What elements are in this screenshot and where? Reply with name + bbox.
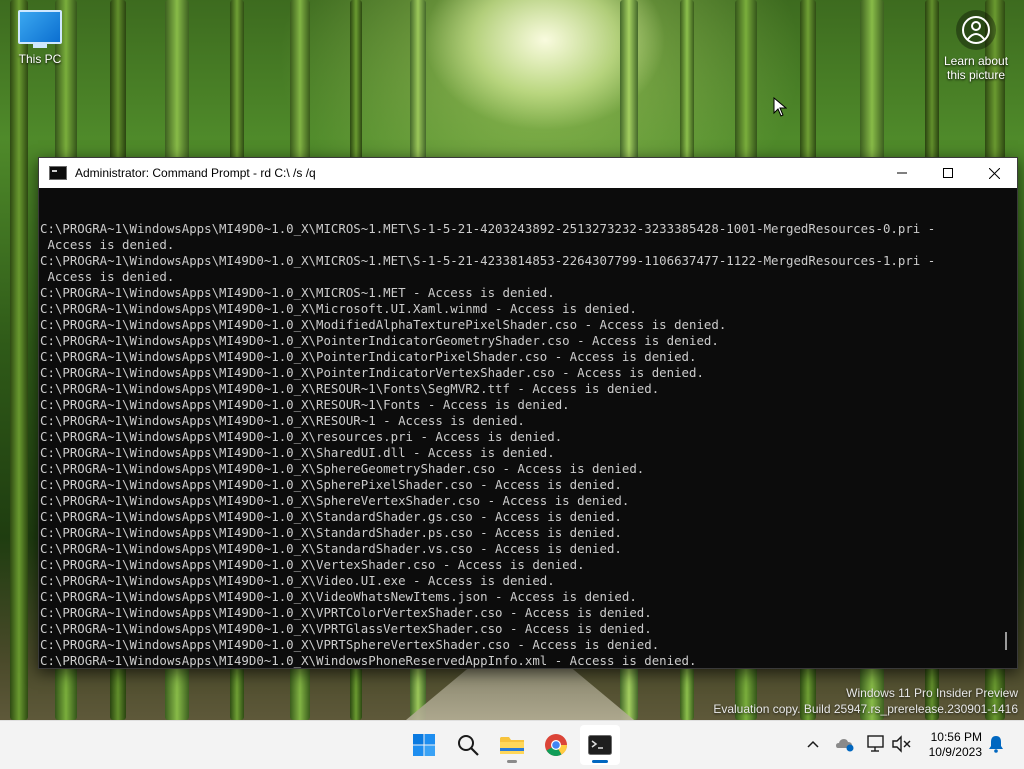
- learn-about-picture-desktop-icon[interactable]: Learn about this picture: [940, 10, 1012, 82]
- console-line: C:\PROGRA~1\WindowsApps\MI49D0~1.0_X\Sha…: [40, 445, 555, 460]
- console-line: C:\PROGRA~1\WindowsApps\MI49D0~1.0_X\VPR…: [40, 621, 652, 636]
- scrollbar-thumb[interactable]: [1005, 632, 1007, 650]
- chrome-icon: [545, 734, 567, 756]
- cmd-app-icon: [49, 166, 67, 180]
- console-line: C:\PROGRA~1\WindowsApps\MI49D0~1.0_X\Sta…: [40, 541, 622, 556]
- clock-date: 10/9/2023: [928, 745, 982, 759]
- this-pc-desktop-icon[interactable]: This PC: [10, 10, 70, 66]
- vertical-scrollbar[interactable]: [1001, 188, 1011, 668]
- console-line: C:\PROGRA~1\WindowsApps\MI49D0~1.0_X\Win…: [40, 653, 697, 668]
- console-line: C:\PROGRA~1\WindowsApps\MI49D0~1.0_X\Sta…: [40, 509, 622, 524]
- console-line: C:\PROGRA~1\WindowsApps\MI49D0~1.0_X\MIC…: [40, 221, 936, 236]
- console-line: C:\PROGRA~1\WindowsApps\MI49D0~1.0_X\Sph…: [40, 461, 645, 476]
- minimize-icon: [897, 172, 907, 174]
- volume-muted-icon: [892, 735, 911, 753]
- clock-time: 10:56 PM: [930, 730, 982, 744]
- maximize-icon: [943, 168, 953, 178]
- evaluation-watermark: Windows 11 Pro Insider Preview Evaluatio…: [713, 685, 1018, 717]
- windows-logo-icon: [413, 734, 435, 756]
- close-button[interactable]: [971, 158, 1017, 188]
- show-hidden-icons-button[interactable]: [802, 733, 824, 755]
- notifications-button[interactable]: [985, 733, 1007, 755]
- console-line: C:\PROGRA~1\WindowsApps\MI49D0~1.0_X\MIC…: [40, 253, 936, 268]
- chrome-button[interactable]: [536, 725, 576, 765]
- maximize-button[interactable]: [925, 158, 971, 188]
- network-tray-button[interactable]: [866, 733, 888, 755]
- file-explorer-button[interactable]: [492, 725, 532, 765]
- console-line: C:\PROGRA~1\WindowsApps\MI49D0~1.0_X\MIC…: [40, 285, 555, 300]
- console-line: C:\PROGRA~1\WindowsApps\MI49D0~1.0_X\Sph…: [40, 477, 622, 492]
- close-icon: [988, 167, 1000, 179]
- folder-icon: [500, 737, 524, 754]
- volume-tray-button[interactable]: [890, 733, 912, 755]
- console-line: C:\PROGRA~1\WindowsApps\MI49D0~1.0_X\VPR…: [40, 605, 652, 620]
- monitor-icon: [10, 10, 70, 48]
- console-line: C:\PROGRA~1\WindowsApps\MI49D0~1.0_X\Poi…: [40, 365, 704, 380]
- console-line: C:\PROGRA~1\WindowsApps\MI49D0~1.0_X\Vid…: [40, 589, 637, 604]
- learn-picture-icon: [956, 10, 996, 50]
- window-title: Administrator: Command Prompt - rd C:\ /…: [75, 166, 316, 180]
- console-line: C:\PROGRA~1\WindowsApps\MI49D0~1.0_X\res…: [40, 429, 563, 444]
- running-indicator: [507, 760, 517, 763]
- console-line: C:\PROGRA~1\WindowsApps\MI49D0~1.0_X\VPR…: [40, 637, 660, 652]
- console-line: C:\PROGRA~1\WindowsApps\MI49D0~1.0_X\Vid…: [40, 573, 555, 588]
- console-line: C:\PROGRA~1\WindowsApps\MI49D0~1.0_X\Poi…: [40, 333, 719, 348]
- watermark-build: Evaluation copy. Build 25947.rs_prerelea…: [713, 702, 1018, 716]
- console-line: C:\PROGRA~1\WindowsApps\MI49D0~1.0_X\RES…: [40, 413, 525, 428]
- chevron-up-icon: [807, 740, 819, 748]
- search-icon: [458, 735, 479, 756]
- window-titlebar[interactable]: Administrator: Command Prompt - rd C:\ /…: [39, 158, 1017, 188]
- system-clock[interactable]: 10:56 PM 10/9/2023: [929, 730, 982, 760]
- minimize-button[interactable]: [879, 158, 925, 188]
- console-line: C:\PROGRA~1\WindowsApps\MI49D0~1.0_X\Ver…: [40, 557, 585, 572]
- console-line: Access is denied.: [40, 237, 175, 252]
- active-indicator: [592, 760, 608, 763]
- console-line: C:\PROGRA~1\WindowsApps\MI49D0~1.0_X\Sph…: [40, 493, 630, 508]
- search-button[interactable]: [448, 725, 488, 765]
- learn-picture-label: Learn about this picture: [943, 54, 1009, 82]
- watermark-edition: Windows 11 Pro Insider Preview: [846, 686, 1018, 700]
- command-prompt-window[interactable]: Administrator: Command Prompt - rd C:\ /…: [38, 157, 1018, 669]
- mouse-cursor-icon: [773, 96, 788, 122]
- onedrive-tray-button[interactable]: [834, 733, 856, 755]
- terminal-button[interactable]: [580, 725, 620, 765]
- console-line: C:\PROGRA~1\WindowsApps\MI49D0~1.0_X\Mod…: [40, 317, 727, 332]
- console-line: Access is denied.: [40, 269, 175, 284]
- network-icon: [867, 735, 884, 752]
- console-line: C:\PROGRA~1\WindowsApps\MI49D0~1.0_X\Poi…: [40, 349, 697, 364]
- onedrive-icon: [836, 739, 854, 752]
- start-button[interactable]: [404, 725, 444, 765]
- taskbar: 10:56 PM 10/9/2023: [0, 720, 1024, 769]
- console-line: C:\PROGRA~1\WindowsApps\MI49D0~1.0_X\RES…: [40, 397, 570, 412]
- this-pc-label: This PC: [18, 52, 62, 66]
- console-lines: C:\PROGRA~1\WindowsApps\MI49D0~1.0_X\MIC…: [40, 221, 1000, 669]
- console-line: C:\PROGRA~1\WindowsApps\MI49D0~1.0_X\Sta…: [40, 525, 622, 540]
- bell-icon: [989, 736, 1003, 753]
- terminal-icon: [588, 735, 612, 755]
- console-output[interactable]: C:\PROGRA~1\WindowsApps\MI49D0~1.0_X\MIC…: [39, 188, 1000, 669]
- console-line: C:\PROGRA~1\WindowsApps\MI49D0~1.0_X\Mic…: [40, 301, 637, 316]
- console-line: C:\PROGRA~1\WindowsApps\MI49D0~1.0_X\RES…: [40, 381, 660, 396]
